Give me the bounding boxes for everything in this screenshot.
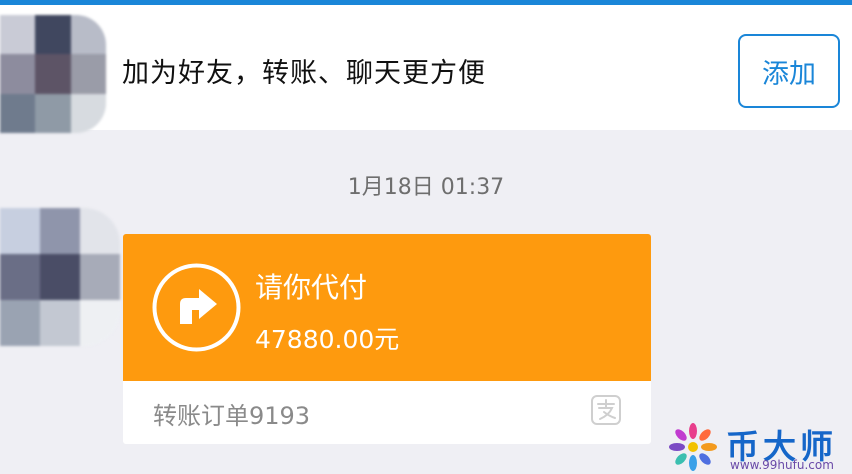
contact-avatar[interactable] (0, 15, 106, 133)
add-friend-button[interactable]: 添加 (738, 34, 840, 108)
payment-request-header: 请你代付 47880.00元 (123, 234, 651, 381)
payment-request-card[interactable]: 请你代付 47880.00元 转账订单9193 (123, 234, 651, 444)
sender-avatar[interactable] (0, 208, 120, 346)
transfer-order-label: 转账订单9193 (153, 402, 311, 430)
message-timestamp: 1月18日 01:37 (347, 175, 505, 200)
alipay-icon (591, 395, 621, 425)
transfer-arrow-icon (152, 263, 241, 352)
watermark-logo: 币大师 www.99hufu.com (664, 420, 852, 474)
watermark-site: www.99hufu.com (730, 458, 834, 472)
payment-request-footer: 转账订单9193 (123, 381, 651, 444)
payment-amount: 47880.00元 (255, 325, 400, 354)
add-friend-banner: 加为好友，转账、聊天更方便 添加 (0, 5, 852, 133)
add-friend-prompt: 加为好友，转账、聊天更方便 (122, 58, 486, 89)
flower-logo-icon (669, 423, 717, 471)
payment-request-title: 请你代付 (255, 271, 368, 304)
